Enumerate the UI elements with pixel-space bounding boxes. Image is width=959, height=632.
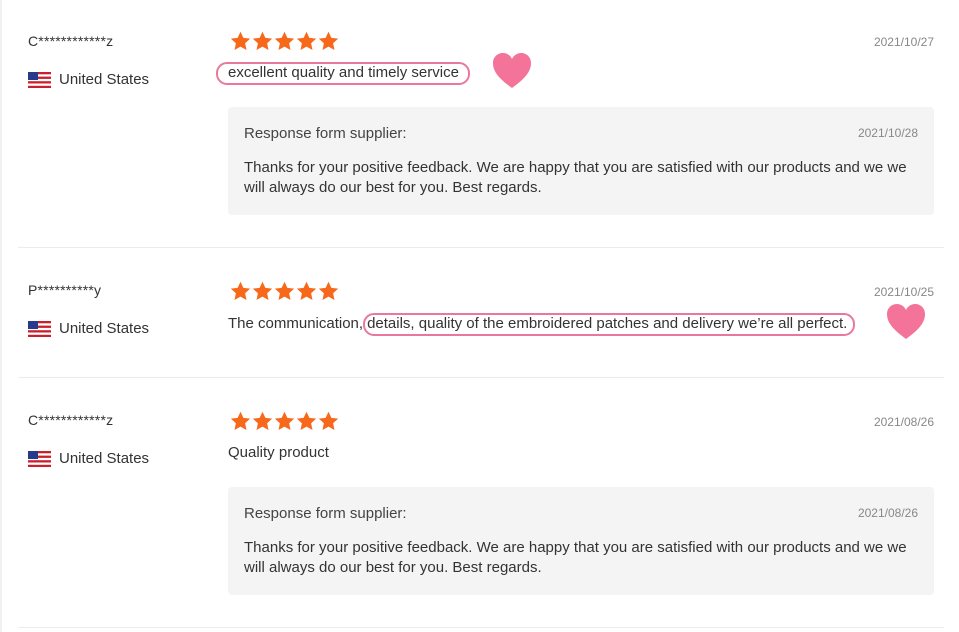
review-comment: The communication, details, quality of th…: [228, 313, 856, 336]
star-icon: [318, 281, 339, 300]
review-item: P**********y United States 2021/10/25 Th…: [18, 248, 944, 378]
heart-icon: [887, 304, 925, 339]
response-date: 2021/08/26: [857, 506, 918, 520]
response-date: 2021/10/28: [857, 126, 918, 140]
star-icon: [318, 411, 339, 430]
country-label: United States: [59, 320, 150, 337]
star-rating: [230, 31, 339, 51]
reviewer-name: C************z: [28, 412, 114, 428]
star-icon: [296, 31, 317, 50]
response-title: Response form supplier:: [244, 125, 407, 142]
star-icon: [274, 31, 295, 50]
star-rating: [230, 411, 339, 431]
response-title: Response form supplier:: [244, 505, 407, 522]
star-rating: [230, 281, 339, 301]
country-label: United States: [59, 71, 150, 88]
star-icon: [296, 411, 317, 430]
heart-icon: [493, 53, 531, 88]
star-icon: [274, 411, 295, 430]
star-icon: [252, 31, 273, 50]
us-flag-icon: [28, 450, 51, 467]
star-icon: [274, 281, 295, 300]
star-icon: [230, 281, 251, 300]
comment-highlight: details, quality of the embroidered patc…: [363, 313, 856, 336]
response-text: Thanks for your positive feedback. We ar…: [244, 159, 907, 196]
reviewer-country: United States: [28, 320, 149, 337]
review-comment: excellent quality and timely service: [216, 62, 470, 85]
us-flag-icon: [28, 71, 51, 88]
us-flag-icon: [28, 320, 51, 337]
review-date: 2021/10/27: [873, 35, 934, 49]
review-date: 2021/08/26: [873, 415, 934, 429]
reviewer-name: P**********y: [28, 282, 102, 298]
supplier-response: Response form supplier: 2021/10/28 Thank…: [228, 107, 934, 215]
star-icon: [252, 411, 273, 430]
review-comment: Quality product: [228, 444, 329, 461]
review-item: C************z United States 2021/10/27 …: [18, 0, 944, 248]
country-label: United States: [59, 450, 150, 467]
review-date: 2021/10/25: [873, 285, 934, 299]
review-divider: [18, 627, 944, 628]
star-icon: [252, 281, 273, 300]
review-item: C************z United States 2021/08/26 …: [18, 378, 944, 632]
comment-highlight: excellent quality and timely service: [216, 62, 470, 85]
reviewer-country: United States: [28, 450, 149, 467]
reviewer-name: C************z: [28, 33, 114, 49]
comment-text: Quality product: [228, 444, 329, 461]
supplier-response: Response form supplier: 2021/08/26 Thank…: [228, 487, 934, 595]
response-text: Thanks for your positive feedback. We ar…: [244, 539, 907, 576]
star-icon: [318, 31, 339, 50]
reviewer-country: United States: [28, 71, 149, 88]
star-icon: [230, 411, 251, 430]
star-icon: [296, 281, 317, 300]
comment-text: The communication,: [228, 315, 364, 332]
star-icon: [230, 31, 251, 50]
left-border: [0, 0, 2, 632]
